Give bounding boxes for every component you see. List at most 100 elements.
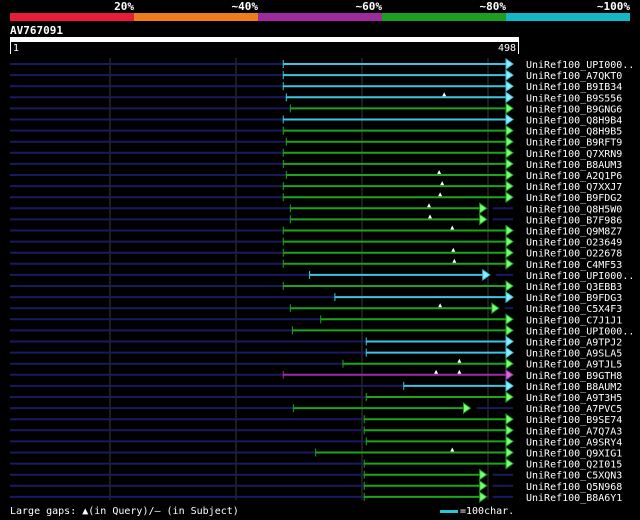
hit-row[interactable]: UniRef100_A9TPJ2 [10, 335, 622, 349]
hit-label[interactable]: UniRef100_Q5N968 [526, 482, 622, 493]
hit-label[interactable]: UniRef100_Q9M8Z7 [526, 227, 622, 238]
hit-label[interactable]: UniRef100_UPI000.. [526, 60, 634, 71]
hit-label[interactable]: UniRef100_A9TPJ2 [526, 338, 622, 349]
hit-row[interactable]: UniRef100_B9SE74 [10, 413, 622, 426]
hit-label[interactable]: UniRef100_Q8H9B4 [526, 116, 622, 127]
hit-row[interactable]: UniRef100_B9GTH8 [10, 368, 622, 382]
hit-row[interactable]: UniRef100_UPI000.. [10, 58, 634, 71]
hit-row[interactable]: UniRef100_B8A6Y1 [10, 490, 622, 504]
hit-row[interactable]: UniRef100_Q2I015 [10, 457, 622, 471]
hit-label[interactable]: UniRef100_O23649 [526, 238, 622, 249]
hit-label[interactable]: UniRef100_A7Q7A3 [526, 426, 622, 437]
hit-label[interactable]: UniRef100_A9SRY4 [526, 437, 622, 448]
hit-arrow-icon [505, 157, 514, 170]
hit-row[interactable]: UniRef100_Q3EBB3 [10, 280, 622, 293]
hit-row[interactable]: UniRef100_B9GNG6 [10, 102, 622, 115]
gap-marker-icon [438, 303, 443, 308]
hit-row[interactable]: UniRef100_Q9XIG1 [10, 446, 622, 460]
hit-label[interactable]: UniRef100_B9GTH8 [526, 371, 622, 382]
hit-label[interactable]: UniRef100_B9FDG3 [526, 293, 622, 304]
hit-label[interactable]: UniRef100_A2Q1P6 [526, 171, 622, 182]
hit-label[interactable]: UniRef100_B8A6Y1 [526, 493, 622, 504]
hit-row[interactable]: UniRef100_A9SRY4 [10, 435, 622, 448]
hit-arrow-icon [491, 302, 500, 315]
hit-row[interactable]: UniRef100_C7J1J1 [10, 313, 622, 326]
hit-row[interactable]: UniRef100_A2Q1P6 [10, 169, 622, 182]
hit-label[interactable]: UniRef100_Q7XRN9 [526, 149, 622, 160]
hit-row[interactable]: UniRef100_C4MF53 [10, 257, 622, 271]
hit-label[interactable]: UniRef100_A9SLA5 [526, 349, 622, 360]
hit-label[interactable]: UniRef100_B9FDG2 [526, 193, 622, 204]
hit-label[interactable]: UniRef100_O22678 [526, 249, 622, 260]
hit-label[interactable]: UniRef100_Q3EBB3 [526, 282, 622, 293]
hit-arrow-icon [505, 379, 514, 392]
hit-label[interactable]: UniRef100_C5XQN3 [526, 471, 622, 482]
hit-row[interactable]: UniRef100_B8AUM3 [10, 157, 622, 171]
hit-label[interactable]: UniRef100_Q8H5W0 [526, 204, 622, 215]
hit-row[interactable]: UniRef100_UPI000.. [10, 324, 634, 337]
hit-row[interactable]: UniRef100_B7F986 [10, 213, 622, 226]
hit-row[interactable]: UniRef100_Q5N968 [10, 479, 622, 493]
hit-label[interactable]: UniRef100_A9TJL5 [526, 360, 622, 371]
hit-label[interactable]: UniRef100_B9RFT9 [526, 138, 622, 149]
hit-arrow-icon [505, 246, 514, 259]
hit-label[interactable]: UniRef100_C7J1J1 [526, 315, 622, 326]
hit-row[interactable]: UniRef100_A7PVC5 [10, 402, 622, 415]
hit-label[interactable]: UniRef100_A7PVC5 [526, 404, 622, 415]
hit-row[interactable]: UniRef100_A9SLA5 [10, 346, 622, 360]
hit-arrow-icon [505, 224, 514, 237]
hit-label[interactable]: UniRef100_B8AUM3 [526, 160, 622, 171]
hit-label[interactable]: UniRef100_B9IB34 [526, 82, 622, 93]
hit-label[interactable]: UniRef100_B9SE74 [526, 415, 622, 426]
hit-label[interactable]: UniRef100_B7F986 [526, 215, 622, 226]
scale-legend: =100char. [440, 506, 514, 518]
hit-arrow-icon [505, 146, 514, 159]
hit-row[interactable]: UniRef100_Q7XRN9 [10, 146, 622, 160]
hit-row[interactable]: UniRef100_B9S556 [10, 91, 622, 104]
hit-label[interactable]: UniRef100_B8AUM2 [526, 382, 622, 393]
hit-row[interactable]: UniRef100_B9FDG3 [10, 291, 622, 304]
hit-arrow-icon [505, 113, 514, 126]
hit-row[interactable]: UniRef100_A7QKT0 [10, 69, 622, 82]
hit-row[interactable]: UniRef100_C5XQN3 [10, 468, 622, 482]
hit-row[interactable]: UniRef100_O22678 [10, 246, 622, 260]
hit-row[interactable]: UniRef100_O23649 [10, 235, 622, 249]
hit-row[interactable]: UniRef100_B8AUM2 [10, 379, 622, 393]
hit-row[interactable]: UniRef100_A7Q7A3 [10, 424, 622, 437]
hit-label[interactable]: UniRef100_Q8H9B5 [526, 127, 622, 138]
hit-row[interactable]: UniRef100_Q9M8Z7 [10, 224, 622, 238]
hit-arrow-icon [505, 291, 514, 304]
hit-label[interactable]: UniRef100_C5X4F3 [526, 304, 622, 315]
hit-arrow-icon [479, 468, 488, 481]
hit-label[interactable]: UniRef100_Q2I015 [526, 460, 622, 471]
hit-arrow-icon [505, 257, 514, 270]
hit-arrow-icon [479, 479, 488, 492]
hit-label[interactable]: UniRef100_Q7XXJ7 [526, 182, 622, 193]
hit-arrow-icon [505, 324, 514, 337]
hit-row[interactable]: UniRef100_A9T3H5 [10, 391, 622, 404]
hit-row[interactable]: UniRef100_B9IB34 [10, 80, 622, 93]
gap-marker-icon [457, 369, 462, 374]
hit-row[interactable]: UniRef100_B9FDG2 [10, 191, 622, 204]
hit-arrow-icon [505, 102, 514, 115]
hit-arrow-icon [479, 213, 488, 226]
hit-arrow-icon [505, 169, 514, 181]
hit-row[interactable]: UniRef100_Q8H5W0 [10, 202, 622, 215]
hit-label[interactable]: UniRef100_A9T3H5 [526, 393, 622, 404]
hit-label[interactable]: UniRef100_B9GNG6 [526, 104, 622, 115]
hit-row[interactable]: UniRef100_Q8H9B4 [10, 113, 622, 127]
hit-label[interactable]: UniRef100_UPI000.. [526, 326, 634, 337]
hit-row[interactable]: UniRef100_B9RFT9 [10, 135, 622, 149]
hit-label[interactable]: UniRef100_A7QKT0 [526, 71, 622, 82]
hit-row[interactable]: UniRef100_Q7XXJ7 [10, 180, 622, 193]
hit-row[interactable]: UniRef100_C5X4F3 [10, 302, 622, 315]
hit-label[interactable]: UniRef100_C4MF53 [526, 260, 622, 271]
hit-label[interactable]: UniRef100_Q9XIG1 [526, 449, 622, 460]
hit-label[interactable]: UniRef100_B9S556 [526, 93, 622, 104]
hit-row[interactable]: UniRef100_Q8H9B5 [10, 124, 622, 138]
gap-marker-icon [434, 369, 439, 374]
hit-row[interactable]: UniRef100_A9TJL5 [10, 357, 622, 371]
gap-marker-icon [442, 92, 447, 97]
hit-label[interactable]: UniRef100_UPI000.. [526, 271, 634, 282]
hit-row[interactable]: UniRef100_UPI000.. [10, 268, 634, 282]
